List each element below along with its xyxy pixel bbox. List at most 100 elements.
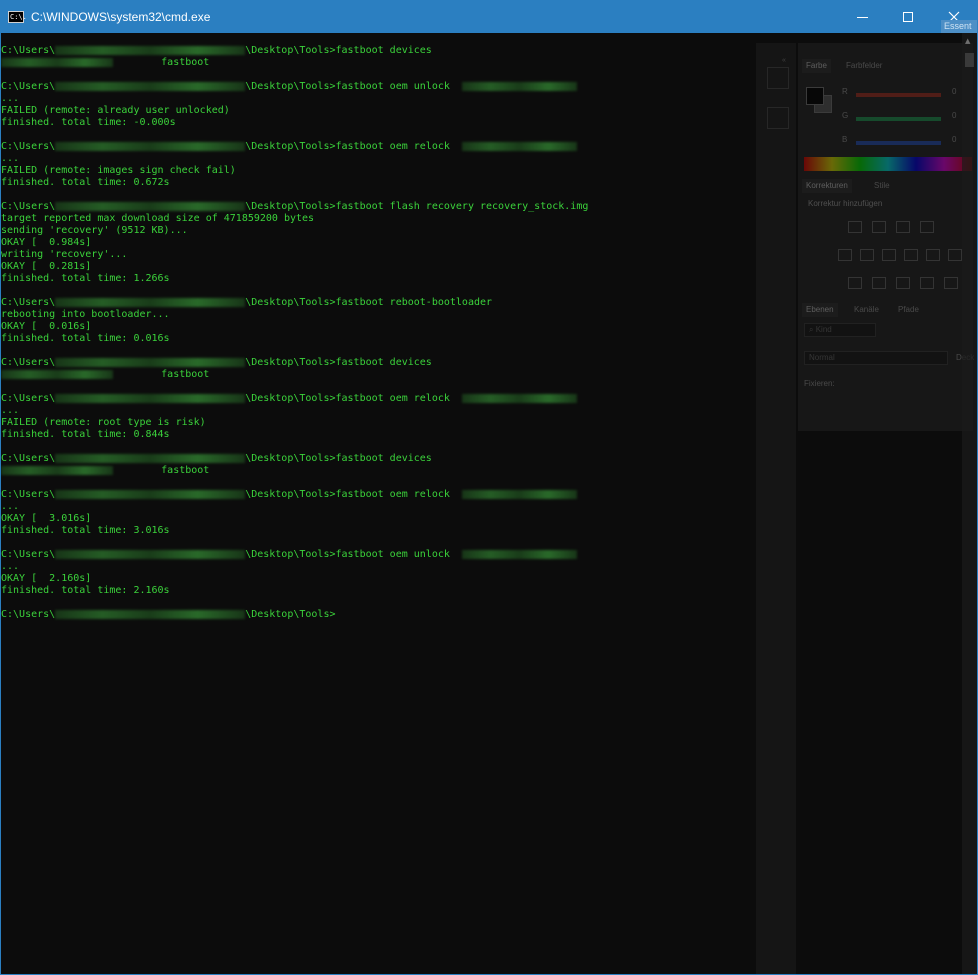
- console-text: \Desktop\Tools>fastboot devices: [245, 453, 432, 464]
- adjust-icon: [948, 249, 962, 261]
- slider-b: [856, 141, 941, 145]
- scroll-thumb[interactable]: [965, 53, 974, 67]
- adjust-icon: [872, 221, 886, 233]
- console-text: writing 'recovery'...: [1, 249, 128, 260]
- collapse-icon: «: [782, 57, 786, 64]
- maximize-button[interactable]: [885, 1, 931, 33]
- console-text: finished. total time: 0.844s: [1, 429, 170, 440]
- console-line: OKAY [ 0.984s]: [1, 237, 756, 249]
- console-text: FAILED (remote: root type is risk): [1, 417, 206, 428]
- console-line: finished. total time: 3.016s: [1, 525, 756, 537]
- console-line: ...: [1, 93, 756, 105]
- console-scrollbar[interactable]: ▲: [962, 33, 977, 974]
- window-title: C:\WINDOWS\system32\cmd.exe: [31, 10, 211, 24]
- redacted-text: [55, 453, 246, 463]
- slider-g: [856, 117, 941, 121]
- console-text: OKAY [ 2.160s]: [1, 573, 92, 584]
- console-line: sending 'recovery' (9512 KB)...: [1, 225, 756, 237]
- tab-layers: Ebenen: [802, 303, 838, 317]
- redacted-text: [1, 369, 113, 379]
- console-line: C:\Users\ \Desktop\Tools>fastboot oem unl…: [1, 549, 756, 561]
- channel-r-label: R: [842, 87, 848, 96]
- console-text: ...: [1, 405, 20, 416]
- redacted-text: [55, 201, 246, 211]
- console-line: C:\Users\ \Desktop\Tools>fastboot reboot-…: [1, 297, 756, 309]
- adjust-icon: [944, 277, 958, 289]
- console-text: target reported max download size of 471…: [1, 213, 315, 224]
- adjust-heading: Korrektur hinzufügen: [808, 199, 883, 208]
- console-text: fastboot: [113, 57, 210, 68]
- console-line: fastboot: [1, 465, 756, 477]
- redacted-text: [55, 297, 246, 307]
- adjust-icon: [838, 249, 852, 261]
- console-line: finished. total time: 2.160s: [1, 585, 756, 597]
- history-icon: [767, 67, 789, 89]
- adjust-icon: [896, 277, 910, 289]
- minimize-button[interactable]: [839, 1, 885, 33]
- redacted-text: [55, 609, 246, 619]
- color-adjust-layers-panel: Farbe Farbfelder R G B 0 0 0 Korrekturen…: [798, 43, 974, 431]
- adjust-icon: [926, 249, 940, 261]
- tab-color: Farbe: [802, 59, 831, 73]
- console-text: C:\Users\: [1, 201, 56, 212]
- cmd-app-icon[interactable]: C:\.: [8, 11, 27, 23]
- blend-mode-select: Normal: [804, 351, 948, 365]
- console-text: finished. total time: 0.016s: [1, 333, 170, 344]
- console-line: OKAY [ 0.281s]: [1, 261, 756, 273]
- console-text: \Desktop\Tools>fastboot oem relock: [245, 489, 462, 500]
- console-line: C:\Users\ \Desktop\Tools>fastboot flash r…: [1, 201, 756, 213]
- console-text: \Desktop\Tools>fastboot oem relock: [245, 141, 462, 152]
- adjust-icon: [882, 249, 896, 261]
- console-text: \Desktop\Tools>fastboot devices: [245, 357, 432, 368]
- console-text: \Desktop\Tools>fastboot reboot-bootloade…: [245, 297, 493, 308]
- console-line: rebooting into bootloader...: [1, 309, 756, 321]
- console-text: OKAY [ 0.984s]: [1, 237, 92, 248]
- redacted-text: [55, 393, 246, 403]
- console-text: C:\Users\: [1, 357, 56, 368]
- console-line: C:\Users\ \Desktop\Tools>fastboot oem rel…: [1, 393, 756, 405]
- console-text: \Desktop\Tools>fastboot flash recovery r…: [245, 201, 589, 212]
- console-text: finished. total time: -0.000s: [1, 117, 176, 128]
- console-area[interactable]: « Farbe Farbfelder R G B 0 0 0 Korrektur…: [1, 33, 977, 974]
- console-text: C:\Users\: [1, 489, 56, 500]
- redacted-text: [1, 465, 113, 475]
- workspace-essentials-button[interactable]: Essent: [941, 20, 977, 33]
- scroll-up-arrow-icon[interactable]: ▲: [965, 37, 970, 45]
- console-text: finished. total time: 0.672s: [1, 177, 170, 188]
- console-text: finished. total time: 2.160s: [1, 585, 170, 596]
- channel-r-value: 0: [952, 87, 957, 96]
- adjust-icon: [920, 277, 934, 289]
- console-line: C:\Users\ \Desktop\Tools>fastboot devices: [1, 45, 756, 57]
- color-spectrum: [804, 157, 972, 171]
- adjust-icon: [848, 221, 862, 233]
- console-line: target reported max download size of 471…: [1, 213, 756, 225]
- cmd-window: C:\. C:\WINDOWS\system32\cmd.exe Essent …: [0, 0, 978, 975]
- console-line: C:\Users\ \Desktop\Tools>fastboot oem rel…: [1, 141, 756, 153]
- console-line: ...: [1, 561, 756, 573]
- console-text: ...: [1, 153, 20, 164]
- title-bar[interactable]: C:\. C:\WINDOWS\system32\cmd.exe Essent: [1, 1, 977, 33]
- cmd-icon-text: C:\.: [10, 13, 27, 21]
- adjust-icon: [896, 221, 910, 233]
- slider-r: [856, 93, 941, 97]
- console-text: C:\Users\: [1, 81, 56, 92]
- console-text: FAILED (remote: already user unlocked): [1, 105, 230, 116]
- console-text: C:\Users\: [1, 393, 56, 404]
- redacted-text: [55, 357, 246, 367]
- console-output[interactable]: C:\Users\ \Desktop\Tools>fastboot devices…: [1, 45, 756, 621]
- console-text: \Desktop\Tools>: [245, 609, 336, 620]
- panel-icon-strip: «: [756, 43, 796, 974]
- console-text: sending 'recovery' (9512 KB)...: [1, 225, 188, 236]
- console-line: finished. total time: 1.266s: [1, 273, 756, 285]
- channel-b-label: B: [842, 135, 848, 144]
- 3d-icon: [767, 107, 789, 129]
- console-line: OKAY [ 2.160s]: [1, 573, 756, 585]
- console-text: OKAY [ 0.016s]: [1, 321, 92, 332]
- console-line: FAILED (remote: already user unlocked): [1, 105, 756, 117]
- console-text: finished. total time: 1.266s: [1, 273, 170, 284]
